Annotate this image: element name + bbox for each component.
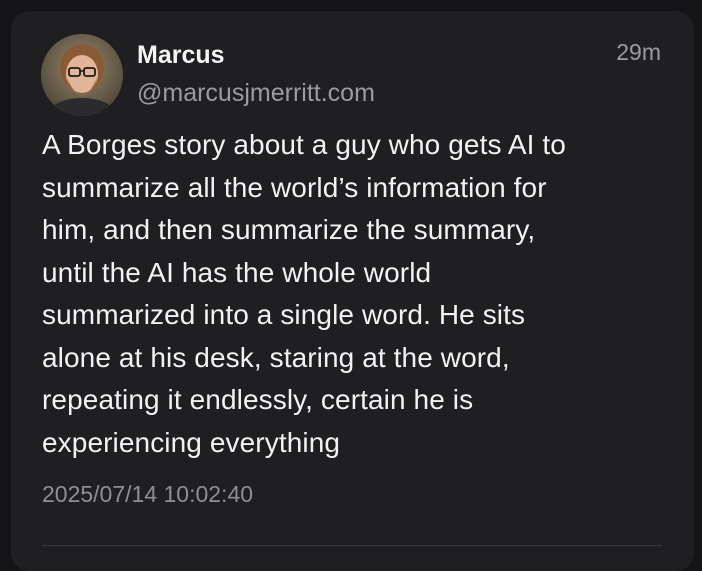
author-name[interactable]: Marcus	[137, 39, 225, 71]
post-text: A Borges story about a guy who gets AI t…	[42, 129, 566, 458]
avatar-image	[41, 34, 123, 116]
avatar[interactable]	[41, 34, 123, 116]
divider	[42, 545, 662, 546]
post-card[interactable]: Marcus @marcusjmerritt.com 29m A Borges …	[11, 11, 694, 571]
relative-time: 29m	[616, 39, 661, 65]
post-timestamp: 2025/07/14 10:02:40	[42, 481, 254, 507]
author-handle[interactable]: @marcusjmerritt.com	[137, 77, 375, 109]
